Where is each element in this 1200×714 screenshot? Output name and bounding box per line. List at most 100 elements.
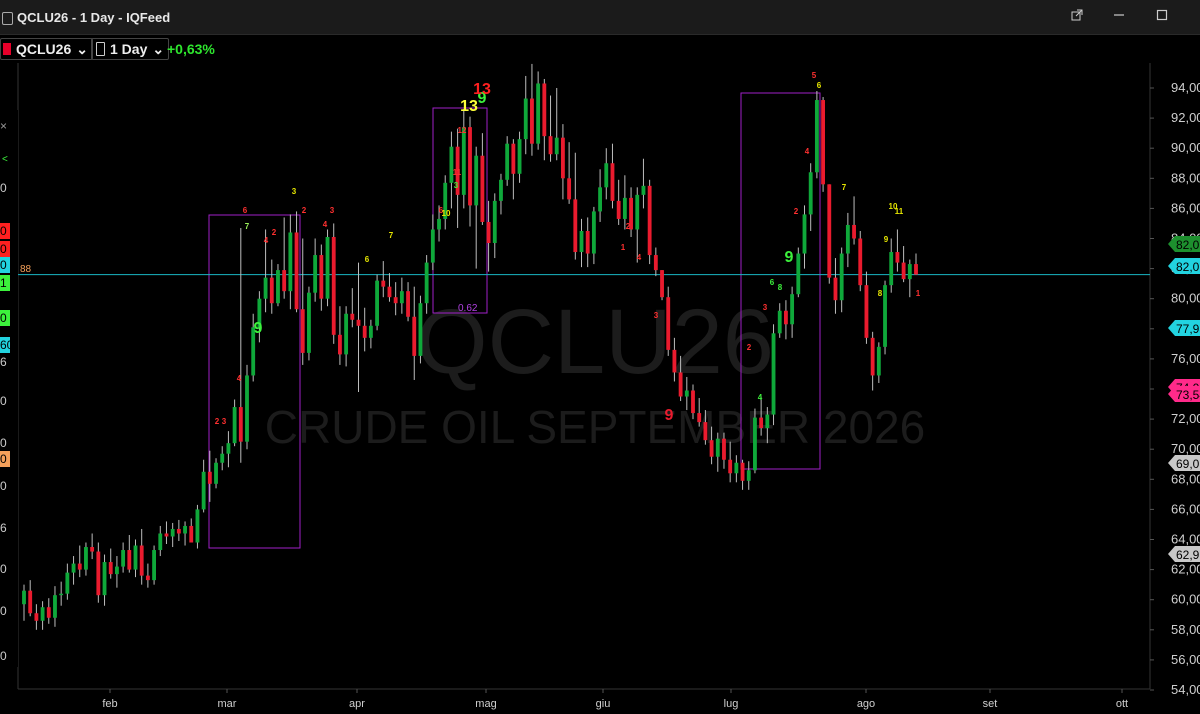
candle-body <box>746 470 751 481</box>
symbol-selector[interactable]: QCLU26 ⌄ <box>0 38 93 60</box>
candle-body <box>864 285 869 338</box>
candle-body <box>870 337 875 376</box>
candle-body <box>845 224 850 254</box>
candle-body <box>34 613 39 621</box>
candle-body <box>96 551 101 596</box>
candle-body <box>678 372 683 397</box>
left-strip-label: 0 <box>0 604 7 618</box>
candle-body <box>858 238 863 286</box>
candle-body <box>84 547 88 570</box>
candle-body <box>684 390 689 397</box>
candle-body <box>610 163 615 201</box>
candle-body <box>170 528 175 537</box>
candle-body <box>437 218 441 230</box>
candle-body <box>337 334 342 355</box>
candle-body <box>548 136 553 155</box>
candle-body <box>176 528 181 534</box>
td-count-label: 12 <box>458 126 467 135</box>
candle-body <box>728 459 733 474</box>
left-strip-label: 0 <box>0 224 7 238</box>
candle-body <box>418 303 423 356</box>
candle-body <box>523 98 528 140</box>
x-tick-label: ott <box>1116 698 1128 710</box>
candle-body <box>46 607 51 618</box>
candle-body <box>226 443 231 454</box>
candle-body <box>914 264 918 275</box>
price-tag-label: 62,97 <box>1176 548 1200 562</box>
candle-body <box>461 127 466 195</box>
candle-body <box>102 562 107 596</box>
left-strip-label: 0 <box>0 311 7 325</box>
price-tag-label: 82,01 <box>1176 260 1200 274</box>
left-strip-label: 1 <box>0 276 7 290</box>
interval-label: 1 Day <box>110 41 148 57</box>
candle-body <box>691 390 695 414</box>
candle-body <box>554 137 559 155</box>
candle-body <box>709 440 714 457</box>
left-strip-label: 60 <box>0 338 14 352</box>
candle-body <box>269 277 274 304</box>
candle-body <box>585 230 590 254</box>
candle-body <box>387 286 392 298</box>
x-tick-label: set <box>983 698 998 710</box>
candle-body <box>641 185 646 195</box>
candle-body <box>907 264 912 280</box>
candle-icon <box>96 42 105 56</box>
candle-body <box>672 349 677 373</box>
candle-body <box>492 200 497 244</box>
candle-body <box>647 185 652 256</box>
candle-body <box>152 550 157 581</box>
td-count-label: 7 <box>389 231 394 240</box>
minimize-icon[interactable] <box>1110 8 1128 26</box>
candle-body <box>468 127 472 206</box>
price-chart[interactable]: QCLU26CRUDE OIL SEPTEMBER 202694,0092,00… <box>0 63 1200 714</box>
y-tick-label: 58,00 <box>1171 622 1200 637</box>
candle-body <box>207 471 212 484</box>
y-tick-label: 68,00 <box>1171 471 1200 486</box>
y-tick-label: 56,00 <box>1171 652 1200 667</box>
y-tick-label: 90,00 <box>1171 140 1200 155</box>
candle-body <box>133 545 138 570</box>
candle-body <box>536 83 541 144</box>
maximize-icon[interactable] <box>1153 8 1171 26</box>
candle-body <box>517 139 522 174</box>
popout-icon[interactable] <box>1068 8 1086 26</box>
candle-body <box>635 194 640 230</box>
td-count-label: 8 <box>878 289 883 298</box>
candle-body <box>22 590 26 605</box>
candle-body <box>653 255 658 271</box>
td-count-label: 4 <box>805 147 810 156</box>
left-strip-label: 0 <box>0 258 7 272</box>
candle-body <box>715 438 720 457</box>
td-count-label: 3 <box>330 206 335 215</box>
y-tick-label: 88,00 <box>1171 170 1200 185</box>
chevron-down-icon: ⌄ <box>76 40 88 57</box>
candle-body <box>220 453 225 463</box>
tdst-box-label: 0.62 <box>458 303 478 314</box>
td-count-label: 4 <box>758 393 763 402</box>
candle-body <box>771 333 776 415</box>
candle-body <box>424 262 429 304</box>
candle-body <box>790 294 795 325</box>
candle-body <box>622 197 627 219</box>
td-count-label: 3 <box>454 181 459 190</box>
candle-body <box>300 309 305 353</box>
candle-body <box>59 593 64 596</box>
td-count-label: 3 <box>654 311 659 320</box>
candle-body <box>189 525 194 543</box>
candle-body <box>802 214 807 254</box>
candle-body <box>362 325 367 338</box>
candle-body <box>276 270 280 304</box>
y-tick-label: 54,00 <box>1171 682 1200 697</box>
interval-selector[interactable]: 1 Day ⌄ <box>91 38 170 60</box>
candle-body <box>530 98 534 144</box>
tdst-box <box>208 214 301 549</box>
left-strip-label: 0 <box>0 436 7 450</box>
candle-body <box>833 277 838 301</box>
candle-body <box>796 253 801 295</box>
td-count-label: 13 <box>473 81 491 98</box>
td-count-label: 3 <box>763 303 768 312</box>
candle-body <box>232 407 237 444</box>
candle-body <box>183 525 187 534</box>
candle-body <box>821 100 826 185</box>
